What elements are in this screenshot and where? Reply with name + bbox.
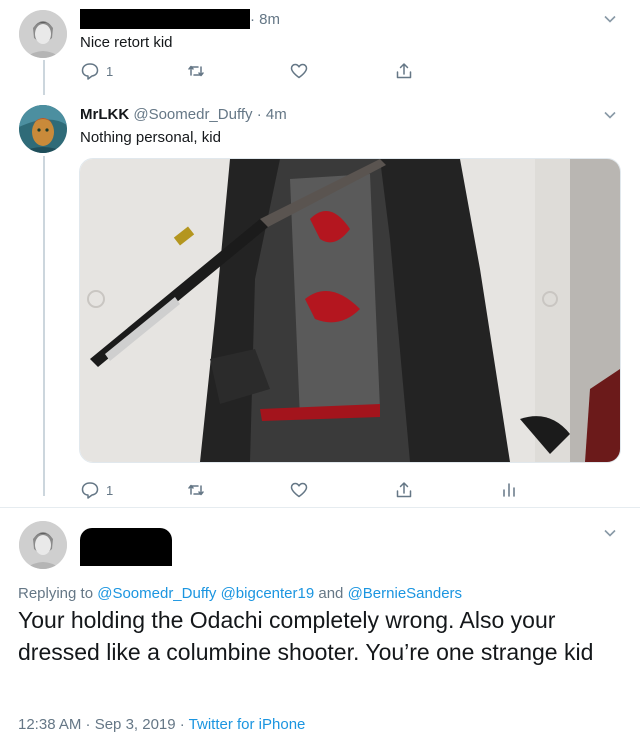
like-button[interactable] xyxy=(289,480,309,500)
analytics-button[interactable] xyxy=(499,480,519,500)
reply-count: 1 xyxy=(106,482,114,498)
painting-avatar-icon xyxy=(19,105,67,153)
avatar[interactable] xyxy=(19,521,67,569)
redacted-name xyxy=(80,528,172,566)
reply-count: 1 xyxy=(106,63,114,79)
replying-prefix: Replying to xyxy=(18,585,98,602)
avatar[interactable] xyxy=(19,10,67,58)
analytics-icon xyxy=(499,480,519,500)
retweet-button[interactable] xyxy=(186,480,206,500)
chevron-down-icon[interactable] xyxy=(603,12,617,26)
share-icon xyxy=(394,480,414,500)
thread-connector xyxy=(43,60,45,95)
redacted-name xyxy=(80,9,250,29)
chevron-down-icon[interactable] xyxy=(603,526,617,540)
profile-photo-icon xyxy=(19,521,67,569)
handle[interactable]: @Soomedr_Duffy xyxy=(133,106,252,123)
avatar[interactable] xyxy=(19,105,67,153)
tweet-text: Nice retort kid xyxy=(80,34,173,51)
heart-icon xyxy=(289,61,309,81)
retweet-button[interactable] xyxy=(186,61,206,81)
main-tweet-text: Your holding the Odachi completely wrong… xyxy=(18,607,594,665)
profile-photo-icon xyxy=(19,10,67,58)
reply-icon xyxy=(80,61,100,81)
divider xyxy=(0,507,640,508)
photo-katana-coat xyxy=(80,159,620,462)
display-name[interactable]: MrLKK xyxy=(80,106,129,123)
tweet-media-photo[interactable] xyxy=(79,158,621,463)
thread-connector xyxy=(43,156,45,496)
mention-link[interactable]: @bigcenter19 xyxy=(221,585,315,602)
chevron-down-icon[interactable] xyxy=(603,108,617,122)
replying-and: and xyxy=(314,585,348,602)
tweet-metadata: 12:38 AM · Sep 3, 2019 · Twitter for iPh… xyxy=(18,715,305,735)
like-button[interactable] xyxy=(289,61,309,81)
share-button[interactable] xyxy=(394,61,414,81)
share-icon xyxy=(394,61,414,81)
retweet-icon xyxy=(186,61,206,81)
reply-button[interactable]: 1 xyxy=(80,61,113,81)
source-link[interactable]: Twitter for iPhone xyxy=(189,716,306,733)
reply-button[interactable]: 1 xyxy=(80,480,113,500)
timestamp[interactable]: 12:38 AM · Sep 3, 2019 · xyxy=(18,716,189,733)
mention-link[interactable]: @BernieSanders xyxy=(348,585,462,602)
share-button[interactable] xyxy=(394,480,414,500)
reply-icon xyxy=(80,480,100,500)
tweet-time: · 4m xyxy=(256,106,287,123)
tweet-text: Nothing personal, kid xyxy=(80,129,221,146)
heart-icon xyxy=(289,480,309,500)
tweet-time: · 8m xyxy=(250,11,280,28)
mention-link[interactable]: @Soomedr_Duffy xyxy=(97,585,216,602)
replying-to: Replying to @Soomedr_Duffy @bigcenter19 … xyxy=(18,584,462,604)
retweet-icon xyxy=(186,480,206,500)
